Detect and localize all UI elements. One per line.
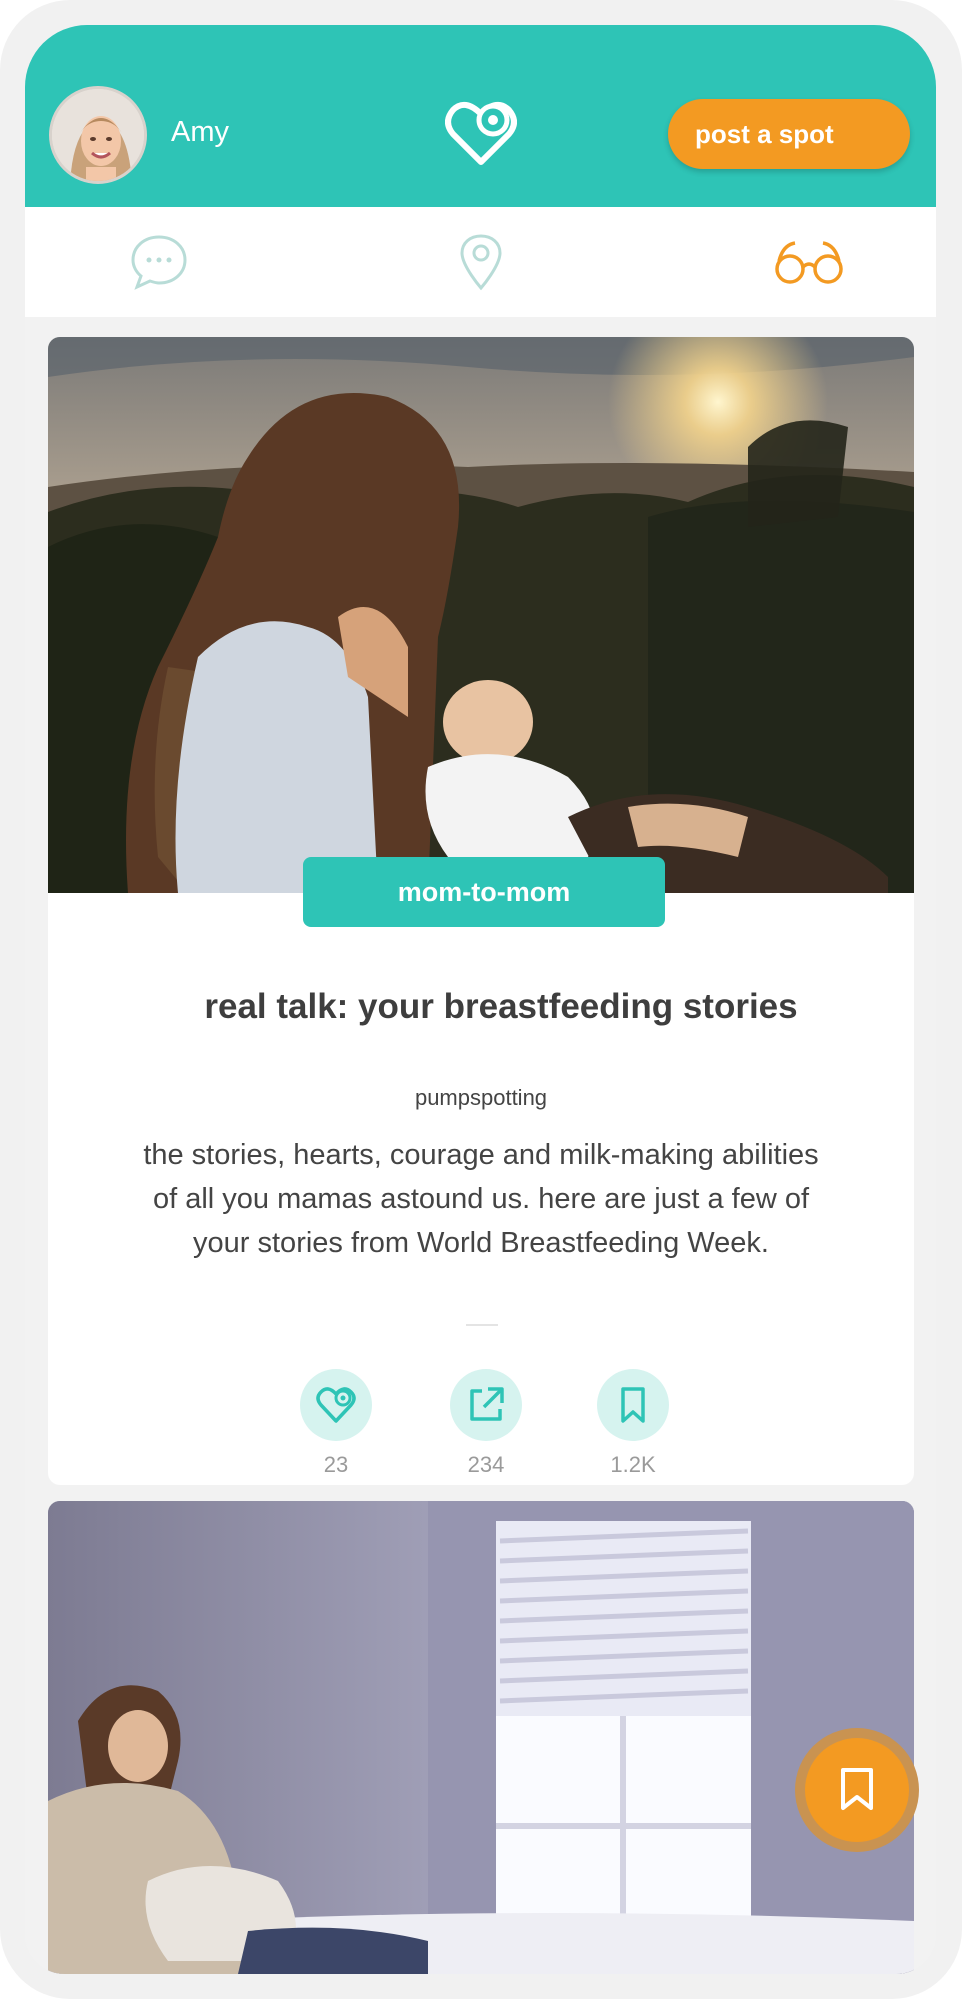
user-name: Amy [171,116,229,148]
article-card[interactable] [48,1501,914,1974]
bookmark-icon [621,1387,645,1423]
app-screen: Amy post a spot mom-to-mom real talk: yo… [25,25,936,1974]
tab-read[interactable] [773,233,845,291]
article-author: pumpspotting [414,1085,548,1110]
heart-pin-icon[interactable] [445,100,517,166]
share-button[interactable] [450,1369,522,1441]
floating-bookmark-button[interactable] [795,1728,919,1852]
category-tag[interactable]: mom-to-mom [303,857,665,927]
article-description: the stories, hearts, courage and milk-ma… [143,1139,819,1259]
tab-map[interactable] [458,233,504,291]
user-avatar[interactable] [49,86,147,184]
heart-pin-icon [316,1387,356,1423]
like-button[interactable] [300,1369,372,1441]
share-count: 234 [467,1452,505,1477]
bookmark-icon [841,1768,873,1810]
phone-frame: Amy post a spot mom-to-mom real talk: yo… [0,0,962,1999]
chat-bubble-icon [131,235,187,290]
location-pin-icon [460,234,502,291]
article-card[interactable]: mom-to-mom real talk: your breastfeeding… [48,337,914,1485]
share-icon [470,1387,504,1421]
glasses-icon [775,241,843,284]
like-count: 23 [323,1452,349,1477]
tab-chat[interactable] [129,233,189,291]
section-tabs [25,207,936,317]
bookmark-button[interactable] [597,1369,669,1441]
bookmark-count: 1.2K [610,1452,656,1477]
article-hero-image [48,1501,914,1974]
article-title[interactable]: real talk: your breastfeeding stories [48,987,914,1027]
divider [466,1324,498,1326]
app-header: Amy post a spot [25,25,936,207]
post-a-spot-button[interactable]: post a spot [668,99,910,169]
article-hero-image [48,337,914,893]
